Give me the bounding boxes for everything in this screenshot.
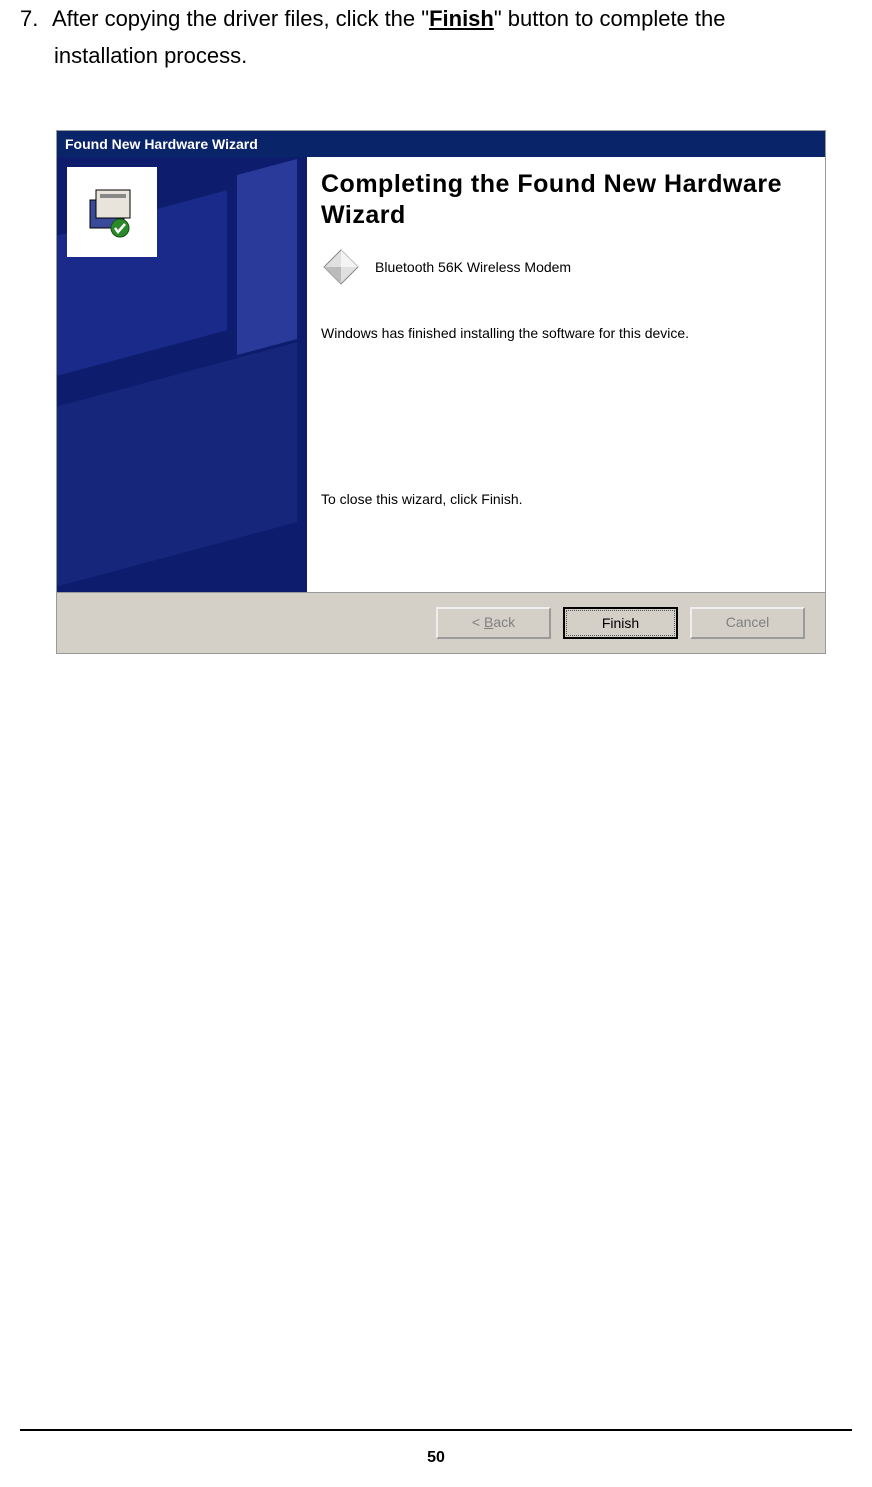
wizard-body: Completing the Found New Hardware Wizard… (57, 157, 825, 592)
button-row: < Back Finish Cancel (57, 593, 825, 653)
status-text: Windows has finished installing the soft… (321, 325, 805, 341)
window-title: Found New Hardware Wizard (65, 136, 258, 152)
footer-rule (20, 1429, 852, 1431)
title-bar[interactable]: Found New Hardware Wizard (57, 131, 825, 157)
device-name: Bluetooth 56K Wireless Modem (375, 259, 571, 275)
decorative-shape (237, 159, 297, 355)
step-number: 7. (20, 0, 52, 37)
wizard-heading: Completing the Found New Hardware Wizard (321, 169, 805, 232)
back-button: < Back (436, 607, 551, 639)
instruction-step-7: 7.After copying the driver files, click … (20, 0, 852, 75)
step-text-line2: installation process. (20, 37, 852, 74)
step-text-prefix: After copying the driver files, click th… (52, 6, 429, 31)
decorative-shape (57, 342, 297, 592)
wizard-side-graphic (57, 157, 307, 592)
device-icon (321, 247, 361, 287)
finish-button[interactable]: Finish (563, 607, 678, 639)
wizard-content: Completing the Found New Hardware Wizard… (307, 157, 825, 592)
device-row: Bluetooth 56K Wireless Modem (321, 247, 805, 287)
cancel-button: Cancel (690, 607, 805, 639)
wizard-window: Found New Hardware Wizard C (56, 130, 826, 654)
step-text-suffix: " button to complete the (494, 6, 726, 31)
finish-bold-text: Finish (429, 6, 494, 31)
page-number: 50 (0, 1449, 872, 1467)
close-instruction: To close this wizard, click Finish. (321, 491, 805, 507)
document-page: 7.After copying the driver files, click … (0, 0, 872, 1487)
hardware-icon (67, 167, 157, 257)
